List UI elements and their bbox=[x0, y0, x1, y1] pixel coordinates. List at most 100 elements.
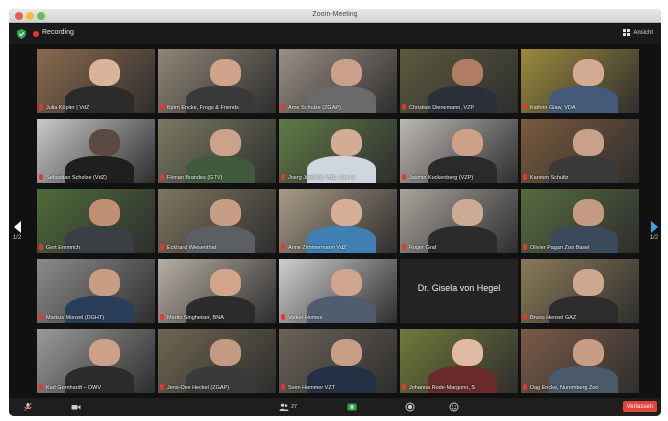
participant-tile[interactable]: Bruno Hensel GAZ bbox=[521, 259, 639, 323]
participant-tile[interactable]: Joerg Junhold, VdZ, Zoo Le bbox=[279, 119, 397, 183]
participant-tile[interactable]: Dag Encke, Nuremberg Zoo bbox=[521, 329, 639, 393]
video-button[interactable] bbox=[71, 401, 81, 413]
participant-tile[interactable]: Sebastian Scholze (VdZ) bbox=[37, 119, 155, 183]
participant-name: Anne Zimmermann VdZ bbox=[288, 245, 347, 251]
mute-button[interactable] bbox=[23, 401, 33, 413]
participant-name: Christian Dienemann, VZP bbox=[409, 105, 475, 111]
page-indicator-left: 1/2 bbox=[12, 235, 22, 241]
participant-face bbox=[451, 59, 483, 87]
title-bar: Zoom-Meeting bbox=[9, 9, 661, 23]
participant-name: Gert Emmrich bbox=[46, 245, 80, 251]
participant-tile[interactable]: Björn Encke, Frogs & Friends bbox=[158, 49, 276, 113]
participant-name: Kathrin Glaw, VDA bbox=[530, 105, 576, 111]
participant-tile[interactable]: Karl Gornhardt – DWV bbox=[37, 329, 155, 393]
participant-face bbox=[330, 269, 362, 297]
participant-name: Jens-Ove Heckel (ZGAP) bbox=[167, 385, 230, 391]
video-camera-icon bbox=[71, 405, 81, 410]
participant-tile[interactable]: Olivier Pagan Zoo Basel bbox=[521, 189, 639, 253]
muted-microphone-icon bbox=[39, 174, 43, 180]
participant-tile[interactable]: Arne Schulze (ZGAP) bbox=[279, 49, 397, 113]
participant-tile[interactable]: Christian Dienemann, VZP bbox=[400, 49, 518, 113]
muted-microphone-icon bbox=[402, 244, 406, 250]
participant-tile[interactable]: Volker Homes bbox=[279, 259, 397, 323]
muted-microphone-icon bbox=[281, 314, 285, 320]
participant-name: Sven Hammer VZT bbox=[288, 385, 336, 391]
participant-tile[interactable]: Sven Hammer VZT bbox=[279, 329, 397, 393]
participant-name: Martin Singheiser, BNA bbox=[167, 315, 224, 321]
gallery-grid-icon bbox=[623, 29, 631, 36]
muted-microphone-icon bbox=[160, 314, 164, 320]
participant-name: Johanna Rode-Margono, S bbox=[409, 385, 476, 391]
zoom-window: Zoom-Meeting Recording Ansicht 1/2 1/2 J… bbox=[9, 9, 661, 416]
participant-tile[interactable]: Dr. Gisela von Hegel bbox=[400, 259, 518, 323]
participant-face bbox=[572, 199, 604, 227]
participant-name: Dag Encke, Nuremberg Zoo bbox=[530, 385, 599, 391]
participant-face bbox=[572, 59, 604, 87]
record-icon bbox=[405, 402, 415, 412]
next-page-button[interactable]: 1/2 bbox=[648, 221, 660, 251]
participant-face bbox=[88, 199, 120, 227]
participant-face bbox=[330, 339, 362, 367]
muted-microphone-icon bbox=[523, 244, 527, 250]
participant-tile[interactable]: Jasmin Kuckenberg (VZP) bbox=[400, 119, 518, 183]
muted-microphone-icon bbox=[160, 104, 164, 110]
participant-face bbox=[209, 199, 241, 227]
record-button[interactable] bbox=[405, 401, 415, 413]
participants-count: 27 bbox=[291, 404, 298, 410]
participant-tile[interactable]: Eckhard Wiesenthal bbox=[158, 189, 276, 253]
participant-face bbox=[209, 269, 241, 297]
chevron-left-icon bbox=[13, 221, 21, 233]
microphone-muted-icon bbox=[24, 402, 32, 412]
page-indicator-right: 1/2 bbox=[649, 235, 659, 241]
participant-name: Markus Monzel (DGHT) bbox=[46, 315, 105, 321]
muted-microphone-icon bbox=[281, 244, 285, 250]
muted-microphone-icon bbox=[39, 104, 43, 110]
share-screen-icon bbox=[347, 403, 357, 411]
participant-silhouette bbox=[428, 226, 497, 253]
meeting-toolbar: 27 Verlassen bbox=[9, 398, 661, 416]
participant-tile[interactable]: Roger Graf bbox=[400, 189, 518, 253]
participant-face bbox=[451, 199, 483, 227]
participant-face bbox=[330, 199, 362, 227]
participant-name: Jasmin Kuckenberg (VZP) bbox=[409, 175, 474, 181]
participant-tile[interactable]: Martin Singheiser, BNA bbox=[158, 259, 276, 323]
participant-tile[interactable]: Markus Monzel (DGHT) bbox=[37, 259, 155, 323]
participant-name: Julia Köpler | VdZ bbox=[46, 105, 90, 111]
participant-name: Karsten Schultz bbox=[530, 175, 569, 181]
reactions-button[interactable] bbox=[449, 401, 459, 413]
participants-icon bbox=[279, 403, 289, 411]
participant-tile[interactable]: Johanna Rode-Margono, S bbox=[400, 329, 518, 393]
participant-tile[interactable]: Karsten Schultz bbox=[521, 119, 639, 183]
muted-microphone-icon bbox=[281, 384, 285, 390]
participant-name: Florian Brandes (GTV) bbox=[167, 175, 223, 181]
participants-button[interactable]: 27 bbox=[279, 401, 297, 413]
participant-tile[interactable]: Jens-Ove Heckel (ZGAP) bbox=[158, 329, 276, 393]
previous-page-button[interactable]: 1/2 bbox=[11, 221, 23, 251]
muted-microphone-icon bbox=[523, 174, 527, 180]
muted-microphone-icon bbox=[402, 174, 406, 180]
participant-name: Dr. Gisela von Hegel bbox=[417, 283, 501, 293]
participant-tile[interactable]: Florian Brandes (GTV) bbox=[158, 119, 276, 183]
participant-face bbox=[330, 59, 362, 87]
participant-tile[interactable]: Kathrin Glaw, VDA bbox=[521, 49, 639, 113]
muted-microphone-icon bbox=[39, 244, 43, 250]
participant-face bbox=[88, 129, 120, 157]
muted-microphone-icon bbox=[523, 384, 527, 390]
view-toggle-button[interactable]: Ansicht bbox=[623, 29, 653, 36]
reactions-icon bbox=[449, 402, 459, 412]
security-shield-icon[interactable] bbox=[17, 29, 26, 39]
recording-label: Recording bbox=[42, 29, 74, 36]
muted-microphone-icon bbox=[523, 314, 527, 320]
participant-tile[interactable]: Gert Emmrich bbox=[37, 189, 155, 253]
share-screen-button[interactable] bbox=[347, 401, 357, 413]
participant-tile[interactable]: Julia Köpler | VdZ bbox=[37, 49, 155, 113]
participant-face bbox=[88, 339, 120, 367]
participant-face bbox=[209, 59, 241, 87]
participant-name: Sebastian Scholze (VdZ) bbox=[46, 175, 107, 181]
participant-tile[interactable]: Anne Zimmermann VdZ bbox=[279, 189, 397, 253]
meeting-top-bar: Recording Ansicht bbox=[9, 24, 661, 44]
leave-meeting-button[interactable]: Verlassen bbox=[622, 401, 657, 412]
muted-microphone-icon bbox=[160, 174, 164, 180]
participant-face bbox=[572, 339, 604, 367]
participant-face bbox=[209, 129, 241, 157]
